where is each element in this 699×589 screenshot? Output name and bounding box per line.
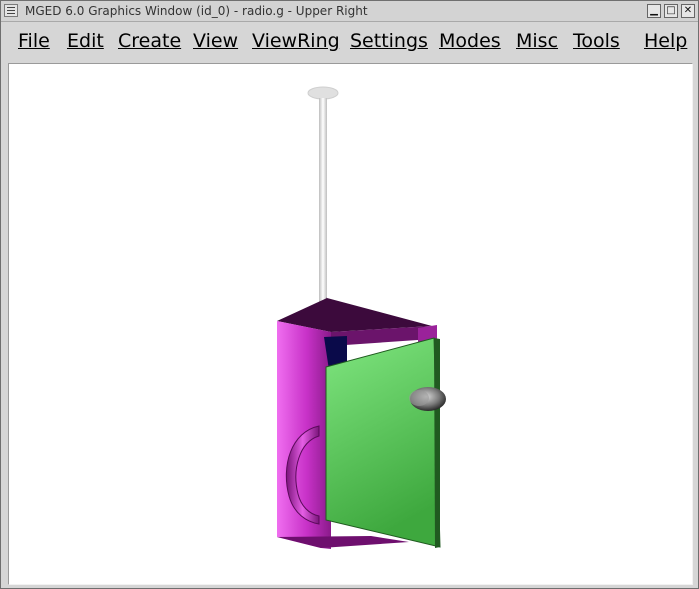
maximize-icon[interactable]: □ — [664, 4, 678, 18]
antenna — [307, 86, 339, 326]
menu-viewring[interactable]: ViewRing — [252, 30, 340, 52]
close-icon[interactable]: ✕ — [681, 4, 695, 18]
minimize-icon[interactable]: ▁ — [647, 4, 661, 18]
menu-tools[interactable]: Tools — [573, 30, 620, 52]
menu-settings[interactable]: Settings — [350, 30, 428, 52]
mged-graphics-window: MGED 6.0 Graphics Window (id_0) - radio.… — [0, 0, 699, 589]
menu-bar: File Edit Create View ViewRing Settings … — [6, 22, 692, 60]
radio-door — [325, 337, 441, 548]
menu-view[interactable]: View — [193, 30, 238, 52]
window-title: MGED 6.0 Graphics Window (id_0) - radio.… — [25, 4, 368, 18]
window-menu-icon[interactable] — [4, 4, 18, 17]
radio-render — [277, 86, 446, 549]
graphics-viewport[interactable] — [8, 63, 693, 585]
menu-file[interactable]: File — [18, 30, 50, 52]
menu-help[interactable]: Help — [644, 30, 687, 52]
menu-create[interactable]: Create — [118, 30, 181, 52]
title-bar[interactable]: MGED 6.0 Graphics Window (id_0) - radio.… — [1, 1, 698, 22]
menu-misc[interactable]: Misc — [516, 30, 558, 52]
menu-edit[interactable]: Edit — [67, 30, 104, 52]
menu-modes[interactable]: Modes — [439, 30, 501, 52]
